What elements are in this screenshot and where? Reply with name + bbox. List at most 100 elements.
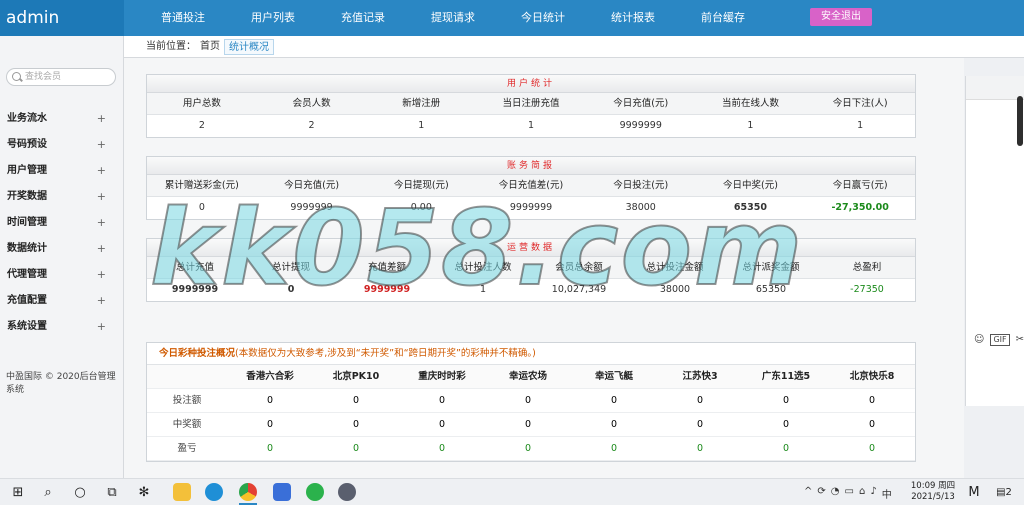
sidebar-item-draw-data[interactable]: 开奖数据 + [0, 184, 124, 210]
table-row: 盈亏 0 0 0 0 0 0 0 0 [147, 437, 915, 461]
search-icon[interactable]: ⌕ [40, 485, 56, 501]
table-cell: 38000 [659, 284, 691, 295]
table-row: 2 2 1 1 9999999 1 1 [147, 115, 915, 137]
column-header: 香港六合彩 [246, 371, 294, 382]
table-header-row: 香港六合彩 北京PK10 重庆时时彩 幸运农场 幸运飞艇 江苏快3 广东11选5… [147, 365, 915, 389]
windows-start-icon[interactable]: ⊞ [10, 485, 26, 501]
edge-browser-icon[interactable] [205, 483, 223, 501]
table-cell: 0 [610, 443, 618, 454]
row-label: 盈亏 [177, 443, 197, 454]
wechat-icon[interactable] [306, 483, 324, 501]
logout-button[interactable]: 安全退出 [810, 8, 872, 26]
nav-recharge-records[interactable]: 充值记录 [318, 0, 408, 36]
expand-plus-icon: + [96, 320, 106, 333]
gif-icon[interactable]: GIF [990, 334, 1010, 346]
sidebar-item-user-management[interactable]: 用户管理 + [0, 158, 124, 184]
pinwheel-app-icon[interactable]: ✻ [136, 485, 152, 501]
sidebar-item-business-flow[interactable]: 业务流水 + [0, 106, 124, 132]
network-icon[interactable]: ⌂ [859, 486, 865, 501]
sidebar-item-system-settings[interactable]: 系统设置 + [0, 314, 124, 340]
cortana-icon[interactable]: ○ [72, 485, 88, 501]
top-nav: 普通投注 用户列表 充值记录 提现请求 今日统计 统计报表 前台缓存 [138, 0, 768, 36]
sidebar-item-time-management[interactable]: 时间管理 + [0, 210, 124, 236]
table-cell: 10,027,349 [551, 284, 607, 295]
sidebar-item-label: 用户管理 [7, 165, 47, 176]
ime-indicator[interactable]: 中 [882, 486, 892, 501]
table-row: 投注额 0 0 0 0 0 0 0 0 [147, 389, 915, 413]
sidebar-item-label: 充值配置 [7, 295, 47, 306]
sidebar-item-label: 开奖数据 [7, 191, 47, 202]
nav-user-list[interactable]: 用户列表 [228, 0, 318, 36]
sidebar-item-number-preset[interactable]: 号码预设 + [0, 132, 124, 158]
table-header-row: 总计充值 总计提现 充值差额 总计投注人数 会员总余额 总计投注金额 总计派奖金… [147, 257, 915, 279]
member-search-input[interactable]: 查找会员 [6, 68, 116, 86]
nav-withdraw-requests[interactable]: 提现请求 [408, 0, 498, 36]
nav-today-stats[interactable]: 今日统计 [498, 0, 588, 36]
column-header: 新增注册 [402, 98, 441, 109]
main-content: 用户统计 用户总数 会员人数 新增注册 当日注册充值 今日充值(元) 当前在线人… [124, 58, 964, 478]
notification-center-icon[interactable]: ▤2 [996, 485, 1012, 501]
volume-icon[interactable]: ♪ [870, 486, 876, 501]
column-header: 会员人数 [292, 98, 331, 109]
taskbar-clock[interactable]: 10:09 周四 2021/5/13 [906, 481, 960, 503]
expand-plus-icon: + [96, 294, 106, 307]
breadcrumb-current-tab[interactable]: 统计概况 [224, 39, 274, 55]
battery-icon[interactable]: ▭ [845, 486, 854, 501]
member-search-placeholder: 查找会员 [25, 72, 62, 82]
scissors-icon[interactable]: ✂ [1016, 334, 1024, 346]
column-header: 今日充值(元) [284, 180, 340, 191]
file-explorer-icon[interactable] [173, 483, 191, 501]
column-header: 总计投注金额 [646, 262, 704, 273]
table-cell: -27,350.00 [831, 202, 889, 213]
table-cell: 2 [198, 120, 205, 131]
chevron-up-icon[interactable]: ^ [804, 486, 812, 501]
table-cell: 0 [696, 419, 704, 430]
sync-icon[interactable]: ⟳ [817, 486, 825, 501]
table-row: 0 9999999 0.00 9999999 38000 65350 -27,3… [147, 197, 915, 219]
emoji-icon[interactable]: ☺ [974, 334, 984, 346]
chrome-browser-icon[interactable] [239, 483, 257, 501]
table-cell: 0 [198, 202, 205, 213]
expand-plus-icon: + [96, 242, 106, 255]
app-logo: admin [0, 0, 124, 36]
sidebar-item-agent-management[interactable]: 代理管理 + [0, 262, 124, 288]
panel-title: 账务简报 [147, 157, 915, 175]
sidebar-item-data-statistics[interactable]: 数据统计 + [0, 236, 124, 262]
row-label: 中奖额 [172, 419, 202, 430]
user-stats-panel: 用户统计 用户总数 会员人数 新增注册 当日注册充值 今日充值(元) 当前在线人… [146, 74, 916, 138]
column-header: 重庆时时彩 [418, 371, 466, 382]
nav-frontend-cache[interactable]: 前台缓存 [678, 0, 768, 36]
security-icon[interactable]: ◔ [831, 486, 840, 501]
table-cell: 9999999 [171, 284, 219, 295]
sidebar-item-label: 代理管理 [7, 269, 47, 280]
table-cell: 65350 [733, 202, 767, 213]
finance-brief-panel: 账务简报 累计赠送彩金(元) 今日充值(元) 今日提现(元) 今日充值差(元) … [146, 156, 916, 220]
table-cell: 0 [352, 395, 360, 406]
table-cell: 1 [527, 120, 535, 131]
expand-plus-icon: + [96, 268, 106, 281]
breadcrumb-home[interactable]: 首页 [200, 39, 220, 55]
app-tray-icon[interactable]: Ⅿ [966, 485, 982, 501]
expand-plus-icon: + [96, 164, 106, 177]
table-cell: 1 [479, 284, 487, 295]
remote-tool-icon[interactable] [273, 483, 291, 501]
table-cell: 0 [782, 395, 790, 406]
table-cell: 9999999 [509, 202, 553, 213]
column-header: 总盈利 [852, 262, 882, 273]
table-cell: 1 [747, 120, 754, 131]
sidebar-item-label: 时间管理 [7, 217, 47, 228]
windows-taskbar: ⊞ ⌕ ○ ⧉ ✻ ^ ⟳ ◔ ▭ ⌂ ♪ 中 10:09 周四 2021/5/… [0, 478, 1024, 505]
column-header: 当前在线人数 [721, 98, 779, 109]
widget-header-strip [966, 76, 1024, 100]
expand-plus-icon: + [96, 112, 106, 125]
table-cell: 38000 [625, 202, 656, 213]
lottery-note: (本数据仅为大致参考,涉及到“未开奖”和“跨日期开奖”的彩种并不精确。) [235, 348, 536, 359]
nav-stat-reports[interactable]: 统计报表 [588, 0, 678, 36]
task-view-icon[interactable]: ⧉ [104, 485, 120, 501]
nav-bet[interactable]: 普通投注 [138, 0, 228, 36]
media-app-icon[interactable] [338, 483, 356, 501]
table-cell: 9999999 [619, 120, 662, 131]
widget-scrollbar[interactable] [1017, 96, 1023, 146]
table-cell: 0 [266, 395, 274, 406]
sidebar-item-recharge-config[interactable]: 充值配置 + [0, 288, 124, 314]
